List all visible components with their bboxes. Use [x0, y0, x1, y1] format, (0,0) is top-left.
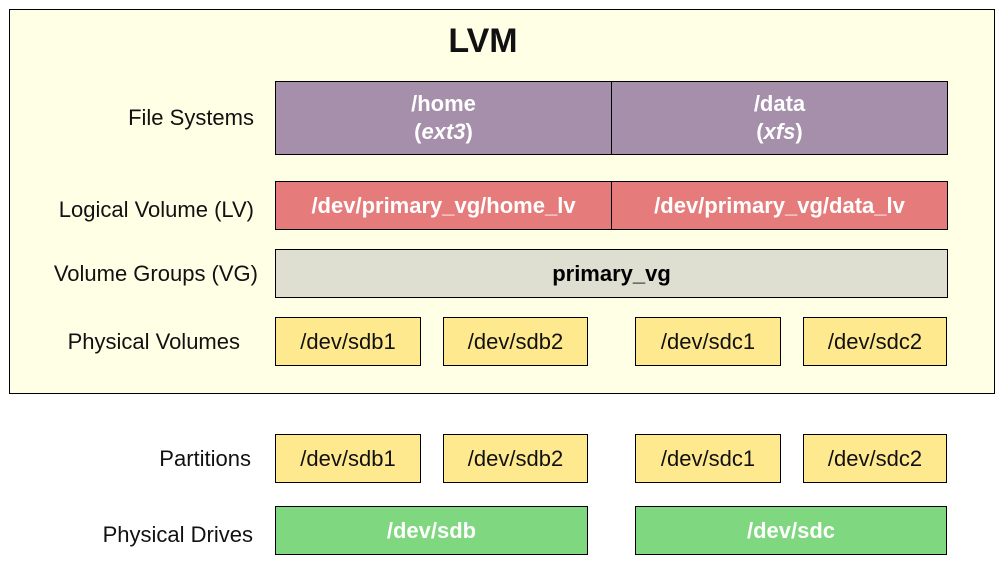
- row-label-partitions: Partitions: [159, 446, 251, 471]
- fs-type: (ext3): [414, 119, 473, 144]
- file-system-home: /home (ext3): [275, 81, 612, 155]
- row-label-file-systems: File Systems: [128, 105, 254, 130]
- row-label-logical-volume: Logical Volume (LV): [58, 197, 254, 222]
- physical-volume-sdb2: /dev/sdb2: [443, 317, 588, 366]
- partition-sdc1: /dev/sdc1: [635, 434, 781, 483]
- logical-volume-home: /dev/primary_vg/home_lv: [275, 181, 612, 230]
- fs-path: /data: [753, 91, 806, 116]
- physical-volume-sdc1: /dev/sdc1: [635, 317, 781, 366]
- row-label-physical-drives: Physical Drives: [102, 522, 253, 547]
- fs-path: /home: [411, 91, 476, 116]
- fs-type: (xfs): [756, 119, 803, 144]
- file-system-data: /data (xfs): [611, 81, 948, 155]
- physical-volume-sdb1: /dev/sdb1: [275, 317, 421, 366]
- physical-drive-sdb: /dev/sdb: [275, 506, 588, 555]
- row-label-physical-volumes: Physical Volumes: [67, 329, 240, 354]
- partition-sdc2: /dev/sdc2: [803, 434, 947, 483]
- row-label-volume-groups: Volume Groups (VG): [53, 261, 258, 286]
- logical-volume-data: /dev/primary_vg/data_lv: [611, 181, 948, 230]
- physical-volume-sdc2: /dev/sdc2: [803, 317, 947, 366]
- volume-group-primary: primary_vg: [275, 249, 948, 298]
- partition-sdb2: /dev/sdb2: [443, 434, 588, 483]
- partition-sdb1: /dev/sdb1: [275, 434, 421, 483]
- physical-drive-sdc: /dev/sdc: [635, 506, 947, 555]
- diagram-title: LVM: [448, 22, 518, 60]
